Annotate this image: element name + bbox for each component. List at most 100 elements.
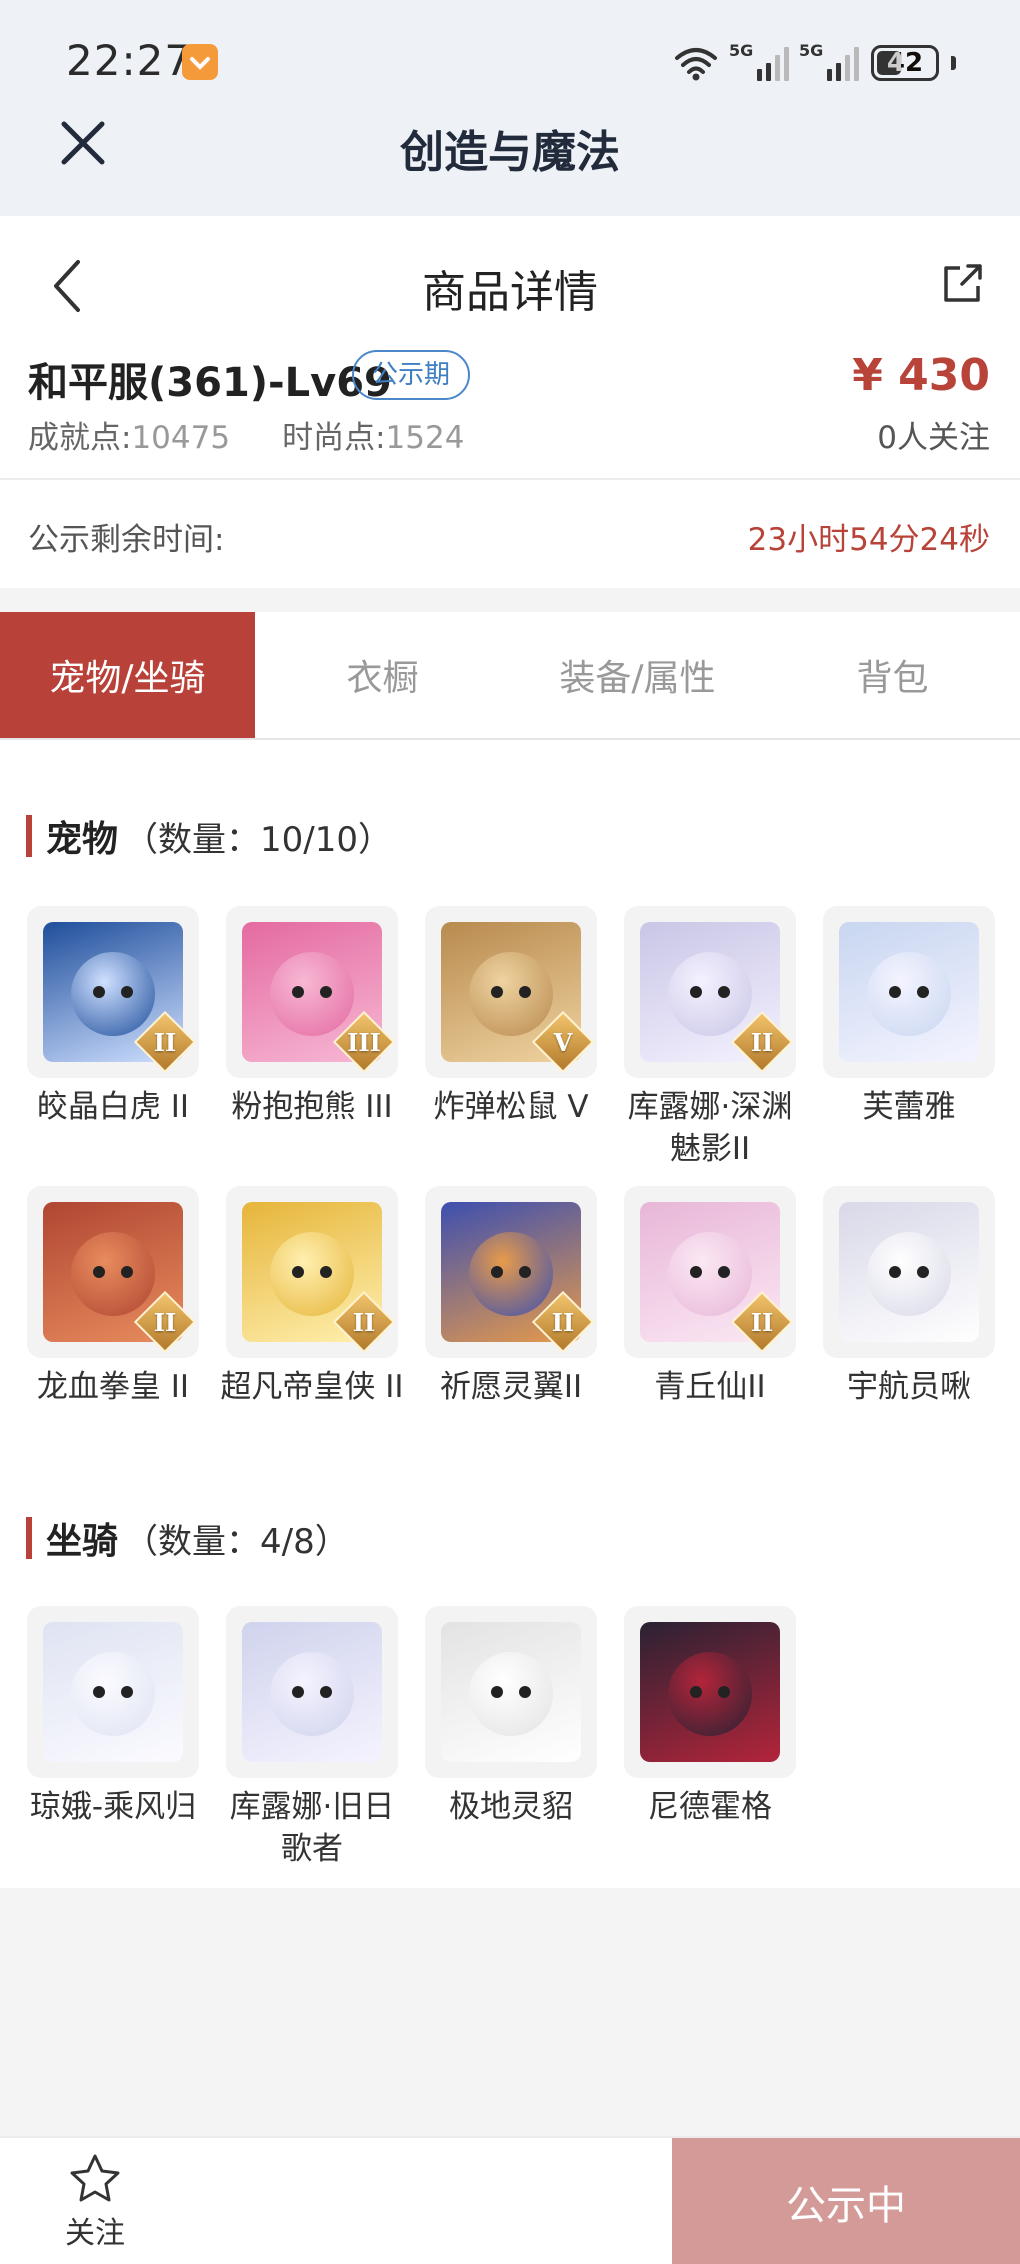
item-artwork (441, 1622, 581, 1762)
follow-button[interactable]: 关注 (40, 2152, 150, 2256)
creature-head (469, 1652, 553, 1736)
item-thumbnail (823, 906, 995, 1078)
item-artwork (242, 1622, 382, 1762)
item-artwork (43, 1622, 183, 1762)
tab-wardrobe[interactable]: 衣橱 (255, 612, 510, 738)
creature-eye (917, 986, 929, 998)
creature-eye (718, 1266, 730, 1278)
item-artwork (640, 1622, 780, 1762)
status-time: 22:27 (66, 36, 193, 85)
creature-eye (491, 1686, 503, 1698)
grid-item[interactable]: II 青丘仙II (624, 1186, 796, 1408)
item-thumbnail (624, 1606, 796, 1778)
countdown-value: 23小时54分24秒 (747, 522, 990, 558)
creature-eye (320, 1266, 332, 1278)
follow-label: 关注 (65, 2216, 125, 2251)
pets-grid: II 皎晶白虎 II III 粉抱抱熊 III V 炸弹松鼠 V II 库露娜·深渊魅影II 芙… (27, 906, 995, 1408)
item-name: 极地灵貂 (449, 1789, 573, 1825)
fashion-label: 时尚点: (282, 420, 386, 456)
item-thumbnail: II (27, 1186, 199, 1358)
item-thumbnail: III (226, 906, 398, 1078)
pets-count: （数量：10/10） (124, 819, 392, 860)
mounts-count: （数量：4/8） (124, 1521, 349, 1562)
tab-backpack[interactable]: 背包 (765, 612, 1020, 738)
mounts-grid: 琼娥-乘风归 库露娜·旧日歌者 极地灵貂 尼德霍格 (27, 1606, 995, 1870)
tab-equipment[interactable]: 装备/属性 (510, 612, 765, 738)
star-icon (70, 2154, 120, 2202)
grid-item[interactable]: 极地灵貂 (425, 1606, 597, 1870)
grid-item[interactable]: II 库露娜·深渊魅影II (624, 906, 796, 1170)
rank-numeral: III (347, 1027, 381, 1057)
item-thumbnail: II (624, 1186, 796, 1358)
rank-numeral: II (153, 1307, 177, 1337)
creature-eye (292, 1686, 304, 1698)
creature-eye (121, 1266, 133, 1278)
network-type-1: 5G (729, 41, 754, 60)
item-thumbnail: II (624, 906, 796, 1078)
item-artwork (839, 922, 979, 1062)
grid-item[interactable]: II 龙血拳皇 II (27, 1186, 199, 1408)
item-thumbnail (27, 1606, 199, 1778)
item-name: 琼娥-乘风归 (29, 1789, 197, 1825)
mounts-section-header: 坐骑 （数量：4/8） (26, 1512, 349, 1564)
grid-item[interactable]: III 粉抱抱熊 III (226, 906, 398, 1170)
section-marker (26, 1517, 32, 1559)
item-thumbnail: II (425, 1186, 597, 1358)
creature-eye (690, 1266, 702, 1278)
item-name: 炸弹松鼠 V (433, 1089, 589, 1125)
product-detail-card: 商品详情 和平服(361)-Lv69 公示期 ¥ 430 成就点:10475 时尚… (0, 216, 1020, 588)
publicity-status-button[interactable]: 公示中 (672, 2138, 1020, 2264)
signal-icon: 5G (729, 41, 789, 81)
notification-app-icon (182, 44, 218, 80)
signal-icon: 5G (799, 41, 859, 81)
pets-section-title: 宠物 (46, 819, 119, 860)
app-header: 22:27 5G 5G 42 创造与魔法 (0, 0, 1020, 216)
tab-bar: 宠物/坐骑 衣橱 装备/属性 背包 (0, 612, 1020, 740)
product-price: ¥ 430 (852, 350, 990, 401)
share-icon[interactable] (938, 260, 986, 308)
countdown-label: 公示剩余时间: (28, 522, 225, 558)
creature-eye (718, 1686, 730, 1698)
item-name: 尼德霍格 (648, 1789, 772, 1825)
creature-eye (519, 1686, 531, 1698)
grid-item[interactable]: 芙蕾雅 (823, 906, 995, 1170)
product-name: 和平服(361)-Lv69 (28, 360, 392, 406)
creature-eye (519, 1266, 531, 1278)
item-name: 芙蕾雅 (862, 1089, 956, 1125)
creature-eye (292, 986, 304, 998)
creature-eye (93, 1266, 105, 1278)
creature-head (270, 1652, 354, 1736)
grid-item[interactable]: II 祈愿灵翼II (425, 1186, 597, 1408)
creature-eye (917, 1266, 929, 1278)
creature-eye (93, 1686, 105, 1698)
tab-pets-mounts[interactable]: 宠物/坐骑 (0, 612, 255, 738)
battery-icon: 42 (871, 45, 939, 81)
creature-eye (889, 1266, 901, 1278)
item-name: 龙血拳皇 II (36, 1369, 190, 1405)
creature-eye (718, 986, 730, 998)
app-title: 创造与魔法 (400, 127, 620, 178)
battery-tip (951, 56, 956, 70)
grid-item[interactable]: II 超凡帝皇侠 II (220, 1186, 404, 1408)
page-title: 商品详情 (422, 267, 598, 318)
creature-head (867, 952, 951, 1036)
product-stats: 成就点:10475 时尚点:1524 (28, 412, 464, 457)
item-name: 超凡帝皇侠 II (220, 1369, 404, 1405)
item-thumbnail (425, 1606, 597, 1778)
rank-numeral: II (352, 1307, 376, 1337)
grid-item[interactable]: II 皎晶白虎 II (27, 906, 199, 1170)
creature-eye (690, 1686, 702, 1698)
rank-numeral: II (551, 1307, 575, 1337)
grid-item[interactable]: V 炸弹松鼠 V (425, 906, 597, 1170)
grid-item[interactable]: 宇航员啾 (823, 1186, 995, 1408)
grid-item[interactable]: 库露娜·旧日歌者 (226, 1606, 398, 1870)
item-name: 青丘仙II (654, 1369, 766, 1405)
creature-eye (889, 986, 901, 998)
creature-eye (121, 1686, 133, 1698)
item-name: 祈愿灵翼II (439, 1369, 583, 1405)
grid-item[interactable]: 尼德霍格 (624, 1606, 796, 1870)
status-indicators: 5G 5G 42 (673, 40, 956, 86)
battery-level: 42 (886, 48, 924, 78)
grid-item[interactable]: 琼娥-乘风归 (27, 1606, 199, 1870)
item-thumbnail: V (425, 906, 597, 1078)
